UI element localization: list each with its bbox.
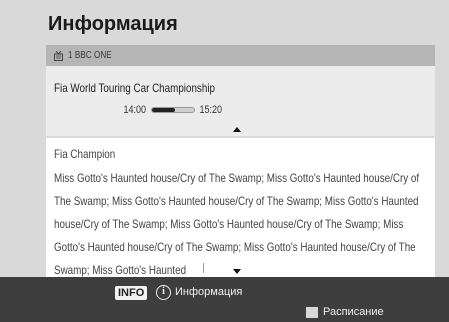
info-key-button[interactable]: INFO (115, 286, 148, 300)
description-text: Miss Gotto's Haunted house/Cry of The Sw… (54, 171, 420, 277)
channel-name: 1 BBC ONE (68, 50, 112, 61)
schedule-key-icon[interactable] (306, 307, 318, 318)
program-time-row: 14:00 15:20 (121, 104, 224, 116)
info-circle-icon: i (156, 285, 171, 300)
schedule-label[interactable]: Расписание (323, 306, 384, 318)
footer-bar: INFO i Информация Расписание (0, 277, 449, 322)
end-time: 15:20 (199, 104, 222, 116)
program-info: Fia World Touring Car Championship 14:00… (46, 66, 435, 136)
page-title: Информация (48, 13, 178, 35)
scroll-down-arrow-icon[interactable] (233, 269, 241, 274)
description-box: Fia Champion Miss Gotto's Haunted house/… (46, 138, 435, 277)
start-time: 14:00 (123, 104, 147, 116)
channel-bar: 1 BBC ONE (46, 45, 435, 66)
info-label[interactable]: Информация (175, 286, 242, 298)
description-title: Fia Champion (54, 147, 116, 161)
program-title: Fia World Touring Car Championship (54, 81, 215, 95)
progress-bar (150, 107, 195, 113)
scroll-position-mark (203, 263, 204, 273)
info-screen: Информация 1 BBC ONE Fia World Touring C… (0, 0, 449, 322)
progress-fill (151, 108, 175, 112)
tv-icon (54, 50, 63, 61)
scroll-up-arrow-icon[interactable] (233, 127, 241, 132)
